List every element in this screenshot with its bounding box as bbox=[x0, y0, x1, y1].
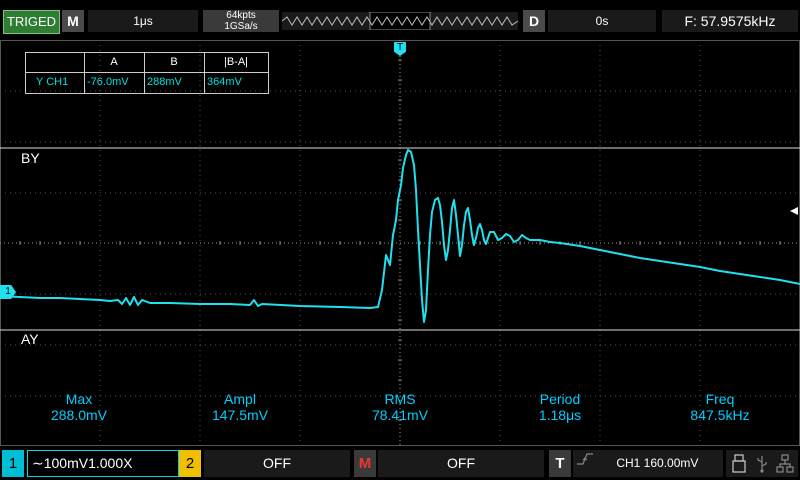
frequency-counter: F: 57.9575kHz bbox=[662, 10, 798, 32]
measurement-period: Period 1.18μs bbox=[505, 391, 615, 423]
status-icons bbox=[726, 450, 798, 477]
measurement-name: Ampl bbox=[224, 391, 256, 407]
math-settings[interactable]: OFF bbox=[378, 450, 544, 477]
measurement-freq: Freq 847.5kHz bbox=[665, 391, 775, 423]
rising-edge-icon bbox=[573, 450, 603, 477]
measurement-name: Max bbox=[65, 391, 93, 407]
cursor-ay-label: AY bbox=[21, 331, 39, 347]
waveform-grid-svg bbox=[0, 40, 800, 446]
math-button[interactable]: M bbox=[354, 450, 376, 477]
measurement-value: 288.0mV bbox=[50, 407, 108, 423]
sample-rate: 1GSa/s bbox=[224, 21, 258, 32]
measurement-max: Max 288.0mV bbox=[24, 391, 134, 423]
measurement-name: Period bbox=[539, 391, 581, 407]
usb-icon bbox=[754, 454, 770, 479]
ch2-button[interactable]: 2 bbox=[179, 450, 201, 477]
cursor-row-label: Y CH1 bbox=[36, 76, 69, 88]
delay-button[interactable]: D bbox=[523, 10, 545, 32]
cursor-value-b: 288mV bbox=[147, 76, 182, 88]
measurement-name: Freq bbox=[705, 391, 735, 407]
measurement-value: 1.18μs bbox=[538, 407, 582, 423]
trigger-level-arrow bbox=[790, 207, 798, 215]
ch1-settings[interactable]: ∼100mV1.000X bbox=[27, 450, 179, 477]
horizontal-delay-readout[interactable]: 0s bbox=[548, 10, 656, 32]
usb-drive-icon bbox=[731, 454, 747, 479]
cursor-value-delta: 364mV bbox=[207, 76, 242, 88]
waveform-display[interactable]: T 1 bbox=[0, 40, 800, 446]
ch1-button[interactable]: 1 bbox=[2, 450, 24, 477]
measurement-value: 147.5mV bbox=[211, 407, 269, 423]
measurement-value: 847.5kHz bbox=[690, 407, 750, 423]
cursor-by-label: BY bbox=[21, 150, 40, 166]
timebase-readout[interactable]: 1μs bbox=[88, 10, 198, 32]
cursor-readout-table: A B |B-A| Y CH1 -76.0mV 288mV 364mV bbox=[25, 52, 269, 94]
memory-depth: 64kpts bbox=[226, 10, 256, 21]
trigger-level: CH1 160.00mV bbox=[616, 456, 699, 470]
trigger-button[interactable]: T bbox=[549, 450, 571, 477]
cursor-header-b: B bbox=[170, 56, 178, 68]
cursor-value-a: -76.0mV bbox=[87, 76, 129, 88]
cursor-header-a: A bbox=[110, 56, 118, 68]
acquisition-info[interactable]: 64kpts 1GSa/s bbox=[203, 10, 279, 32]
ch2-settings[interactable]: OFF bbox=[204, 450, 350, 477]
measurement-ampl: Ampl 147.5mV bbox=[185, 391, 295, 423]
memory-strip-icon[interactable] bbox=[281, 11, 519, 31]
measurement-rms: RMS 78.41mV bbox=[345, 391, 455, 423]
measurement-name: RMS bbox=[384, 391, 416, 407]
measurement-value: 78.41mV bbox=[371, 407, 429, 423]
top-status-bar: TRIGED M 1μs 64kpts 1GSa/s D 0s F: 57.95… bbox=[0, 0, 800, 40]
trigger-status-badge[interactable]: TRIGED bbox=[3, 10, 60, 34]
trigger-settings[interactable]: CH1 160.00mV bbox=[573, 450, 723, 477]
network-icon bbox=[776, 454, 794, 479]
menu-button[interactable]: M bbox=[62, 10, 84, 32]
cursor-header-delta: |B-A| bbox=[223, 56, 249, 68]
